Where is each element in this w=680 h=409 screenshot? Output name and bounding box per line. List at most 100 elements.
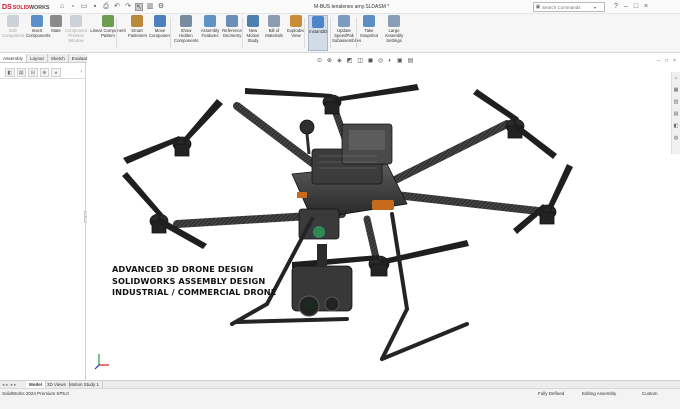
- task-pane-home-icon[interactable]: ⌂: [672, 72, 680, 84]
- editing-status: Editing Assembly: [582, 391, 617, 396]
- task-pane-library-icon[interactable]: ▥: [672, 96, 680, 108]
- rebuild-icon[interactable]: ▥: [146, 3, 154, 11]
- view-settings-icon[interactable]: ▤: [408, 58, 414, 65]
- component-preview-button[interactable]: Component Preview Window: [64, 15, 88, 51]
- edit-component-button[interactable]: Edit Component: [2, 15, 24, 51]
- display-manager-icon[interactable]: ◕: [51, 68, 61, 77]
- update-speedpak-icon: [338, 15, 350, 27]
- apply-scene-icon[interactable]: ▣: [397, 58, 403, 65]
- print-icon[interactable]: ⎙: [102, 3, 110, 11]
- options-icon[interactable]: ⚙: [157, 3, 165, 11]
- heads-up-toolbar: ⊙ ⊕ ◈ ◩ ◫ ◼ ◎ ◐ ▣ ▤: [317, 58, 413, 65]
- command-label: Mate: [51, 28, 61, 33]
- feature-manager-icon[interactable]: ◧: [5, 68, 15, 77]
- quick-access-toolbar: ⌂ ▫ ▭ ▪ ⎙ ↶ ↷ ↖ ▥ ⚙: [58, 3, 165, 11]
- viewport-close-icon[interactable]: ×: [673, 58, 676, 64]
- caption-line: INDUSTRIAL / COMMERCIAL DRONE: [112, 287, 277, 298]
- insert-components-button[interactable]: Insert Components: [26, 15, 50, 51]
- new-icon[interactable]: ▫: [69, 3, 77, 11]
- tab-layout[interactable]: Layout: [27, 54, 48, 62]
- save-icon[interactable]: ▪: [91, 3, 99, 11]
- bill-of-materials-button[interactable]: Bill of Materials: [264, 15, 284, 51]
- section-view-icon[interactable]: ◩: [347, 58, 353, 65]
- display-style-icon[interactable]: ◼: [368, 58, 373, 65]
- open-icon[interactable]: ▭: [80, 3, 88, 11]
- instant3d-button[interactable]: Instant3D: [308, 15, 328, 51]
- ds-logo-mark: DS: [2, 4, 12, 11]
- show-hidden-icon: [180, 15, 192, 27]
- chevron-right-icon[interactable]: ›: [77, 68, 86, 77]
- new-motion-study-button[interactable]: New Motion Study: [244, 15, 262, 51]
- close-icon[interactable]: ×: [644, 3, 648, 11]
- tab-assembly[interactable]: Assembly: [0, 54, 27, 62]
- move-component-button[interactable]: Move Component: [148, 15, 172, 51]
- minimize-icon[interactable]: –: [624, 3, 628, 11]
- command-label: Large Assembly Settings: [384, 28, 404, 43]
- graphics-viewport[interactable]: ⊙ ⊕ ◈ ◩ ◫ ◼ ◎ ◐ ▣ ▤ – □ × ⌂ ▦ ▥ ▤ ◧ ◍ AD…: [87, 54, 680, 380]
- edit-appearance-icon[interactable]: ◐: [388, 58, 392, 65]
- mate-icon: [50, 15, 62, 27]
- command-label: Edit Component: [2, 28, 25, 38]
- large-assembly-button[interactable]: Large Assembly Settings: [382, 15, 406, 51]
- command-label: Linear Component Pattern: [90, 28, 126, 38]
- toolbar-separator: [170, 18, 171, 48]
- view-orientation-icon[interactable]: ◫: [357, 58, 363, 65]
- assembly-features-button[interactable]: Assembly Features: [200, 15, 220, 51]
- zoom-area-icon[interactable]: ⊕: [327, 58, 332, 65]
- property-manager-icon[interactable]: ▤: [16, 68, 27, 77]
- command-manager: Edit Component Insert Components Mate Compo…: [0, 14, 680, 53]
- toolbar-separator: [304, 18, 305, 48]
- command-label: Bill of Materials: [265, 28, 283, 38]
- select-icon[interactable]: ↖: [135, 3, 143, 11]
- mate-button[interactable]: Mate: [50, 15, 62, 51]
- zoom-fit-icon[interactable]: ⊙: [317, 58, 322, 65]
- take-snapshot-button[interactable]: Take Snapshot: [358, 15, 380, 51]
- search-dropdown-icon[interactable]: ▾: [594, 5, 596, 10]
- search-input[interactable]: [542, 4, 594, 10]
- task-pane-explorer-icon[interactable]: ▤: [672, 108, 680, 120]
- update-speedpak-button[interactable]: Update SpeedPak Subassemblies: [332, 15, 361, 51]
- command-label: Instant3D: [309, 29, 328, 34]
- toolbar-separator: [116, 18, 117, 48]
- restore-icon[interactable]: □: [634, 3, 638, 11]
- move-component-icon: [154, 15, 166, 27]
- undo-icon[interactable]: ↶: [113, 3, 121, 11]
- caption-line: ADVANCED 3D DRONE DESIGN: [112, 264, 254, 274]
- exploded-view-icon: [290, 15, 302, 27]
- reference-geometry-button[interactable]: Reference Geometry: [222, 15, 242, 51]
- command-label: Component Preview Window: [64, 28, 88, 43]
- command-label: Show Hidden Components: [174, 28, 199, 43]
- configuration-manager-icon[interactable]: ⊟: [28, 68, 38, 77]
- exploded-view-button[interactable]: Exploded View: [286, 15, 306, 51]
- solidworks-logo[interactable]: DS SOLIDWORKS: [2, 3, 49, 12]
- status-bar: SolidWorks 2024 Premium SP5.0 Fully Defi…: [0, 388, 680, 409]
- drone-model[interactable]: [87, 54, 680, 380]
- smart-fasteners-button[interactable]: Smart Fasteners: [128, 15, 147, 51]
- brand-suffix: WORKS: [29, 4, 50, 11]
- linear-pattern-icon: [102, 15, 114, 27]
- insert-components-icon: [31, 15, 43, 27]
- window-icons: ? – □ ×: [614, 3, 648, 11]
- app-version: SolidWorks 2024 Premium SP5.0: [2, 391, 69, 396]
- viewport-restore-icon[interactable]: □: [665, 58, 668, 64]
- show-hidden-button[interactable]: Show Hidden Components: [174, 15, 198, 51]
- drone-body: [291, 119, 408, 220]
- search-box[interactable]: ▣ ▾: [533, 2, 605, 12]
- previous-view-icon[interactable]: ◈: [337, 58, 342, 65]
- viewport-minimize-icon[interactable]: –: [657, 58, 660, 64]
- component-preview-icon: [70, 15, 82, 27]
- toolbar-separator: [356, 18, 357, 48]
- help-icon[interactable]: ?: [614, 3, 618, 11]
- home-icon[interactable]: ⌂: [58, 3, 66, 11]
- task-pane: ⌂ ▦ ▥ ▤ ◧ ◍: [671, 72, 680, 154]
- hide-show-icon[interactable]: ◎: [378, 58, 383, 65]
- redo-icon[interactable]: ↷: [124, 3, 132, 11]
- task-pane-palette-icon[interactable]: ◧: [672, 120, 680, 132]
- assembly-features-icon: [204, 15, 216, 27]
- tab-sketch[interactable]: Sketch: [48, 54, 69, 62]
- task-pane-appearances-icon[interactable]: ◍: [672, 132, 680, 144]
- linear-pattern-button[interactable]: Linear Component Pattern: [90, 15, 126, 51]
- dimxpert-icon[interactable]: ⊕: [39, 68, 50, 77]
- units-status[interactable]: Custom: [642, 391, 658, 396]
- task-pane-resources-icon[interactable]: ▦: [672, 84, 680, 96]
